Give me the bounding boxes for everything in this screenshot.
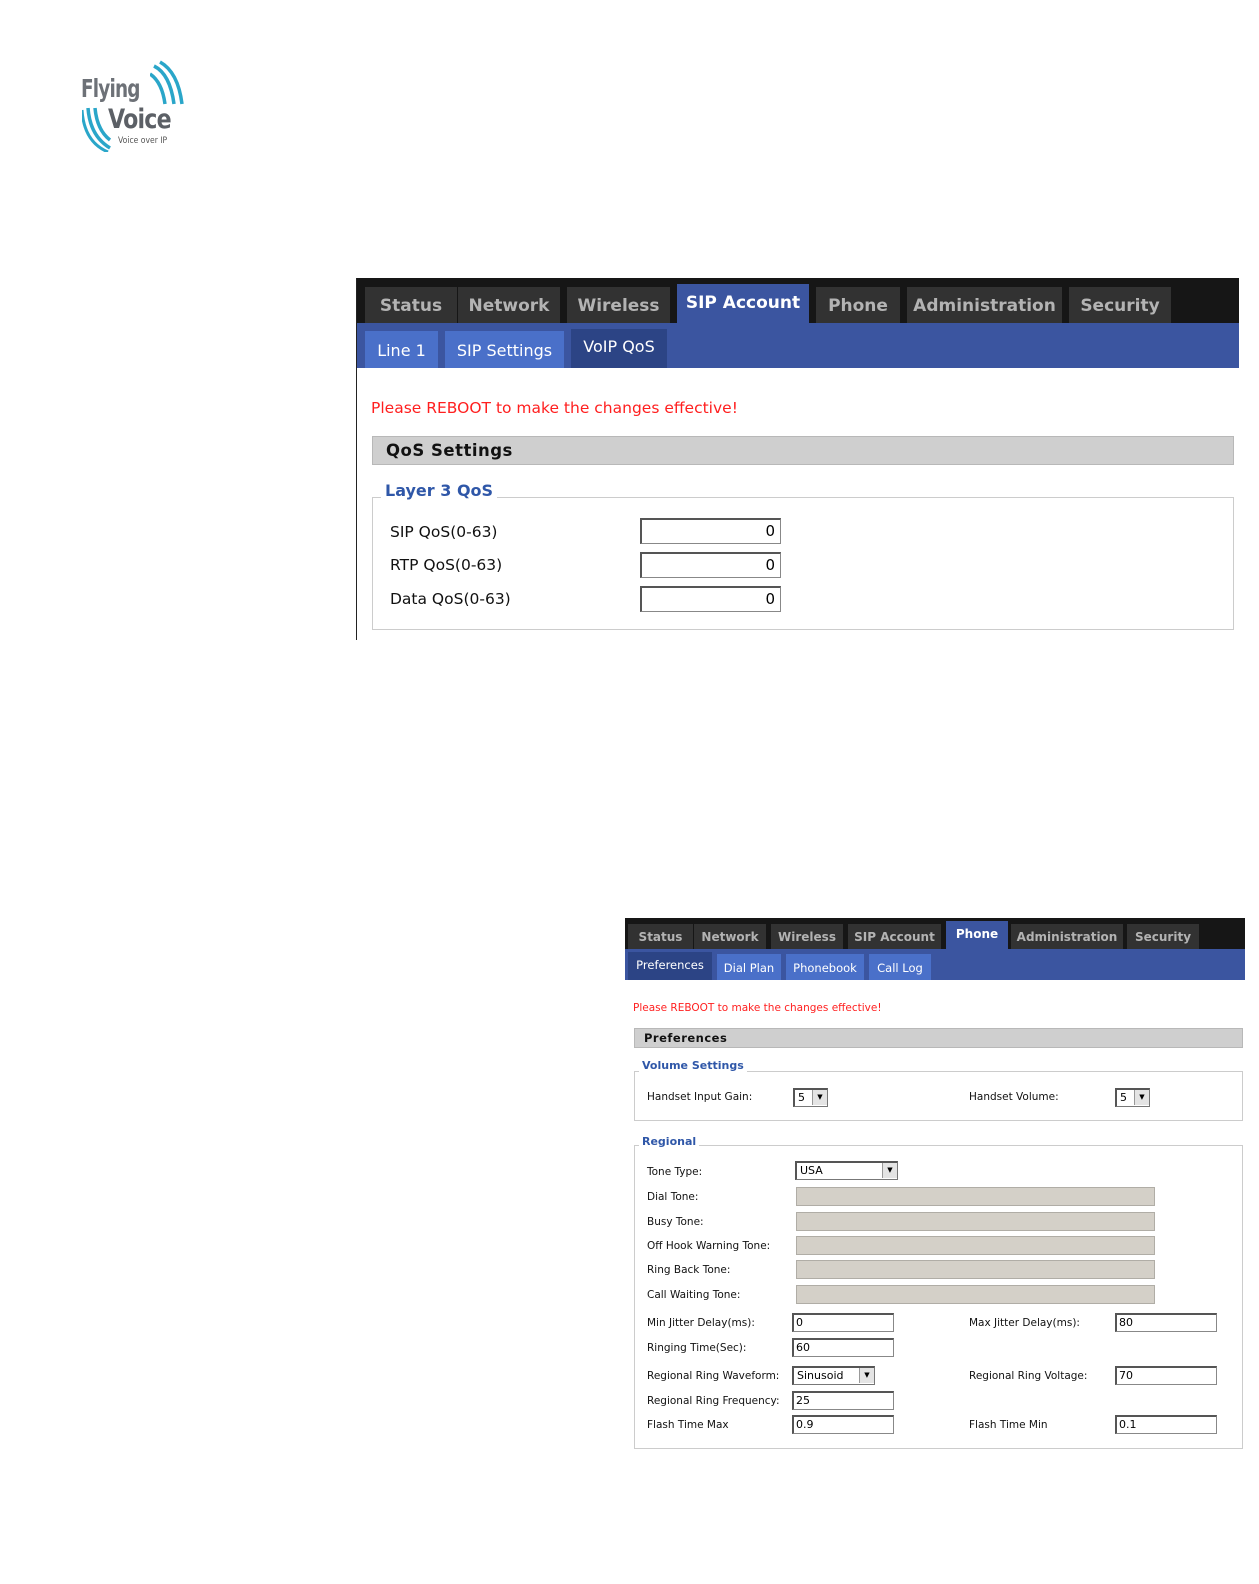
tab-status[interactable]: Status bbox=[628, 924, 693, 949]
tone-type-select[interactable]: USA ▼ bbox=[795, 1161, 898, 1180]
tab-wireless[interactable]: Wireless bbox=[567, 287, 670, 323]
phone-preferences-panel: Status Network Wireless SIP Account Phon… bbox=[625, 918, 1245, 1453]
max-jitter-delay-label: Max Jitter Delay(ms): bbox=[969, 1317, 1080, 1329]
logo-line1: Flying bbox=[81, 74, 140, 103]
sip-qos-label: SIP QoS(0-63) bbox=[390, 523, 498, 541]
call-waiting-tone-input bbox=[796, 1285, 1155, 1304]
reboot-warning: Please REBOOT to make the changes effect… bbox=[633, 1002, 882, 1014]
tab-administration[interactable]: Administration bbox=[1011, 924, 1123, 949]
data-qos-label: Data QoS(0-63) bbox=[390, 590, 511, 608]
flash-time-max-label: Flash Time Max bbox=[647, 1419, 729, 1431]
subtab-preferences[interactable]: Preferences bbox=[628, 952, 712, 980]
tab-phone[interactable]: Phone bbox=[816, 287, 900, 323]
tab-phone[interactable]: Phone bbox=[946, 921, 1008, 949]
max-jitter-delay-input[interactable]: 80 bbox=[1115, 1313, 1217, 1332]
min-jitter-delay-label: Min Jitter Delay(ms): bbox=[647, 1317, 755, 1329]
handset-input-gain-label: Handset Input Gain: bbox=[647, 1091, 753, 1103]
handset-input-gain-select[interactable]: 5 ▼ bbox=[793, 1088, 828, 1107]
logo-tagline: Voice over IP bbox=[118, 136, 168, 146]
flash-time-max-input[interactable]: 0.9 bbox=[792, 1415, 894, 1434]
busy-tone-label: Busy Tone: bbox=[647, 1216, 704, 1228]
call-waiting-tone-label: Call Waiting Tone: bbox=[647, 1289, 741, 1301]
tab-sip-account[interactable]: SIP Account bbox=[677, 284, 809, 324]
regional-ring-waveform-value: Sinusoid bbox=[797, 1369, 844, 1382]
subtab-call-log[interactable]: Call Log bbox=[869, 954, 931, 980]
voip-qos-panel: Status Network Wireless SIP Account Phon… bbox=[356, 278, 1239, 640]
ringing-time-input[interactable]: 60 bbox=[792, 1338, 894, 1357]
tab-status[interactable]: Status bbox=[365, 287, 457, 323]
tab-security[interactable]: Security bbox=[1069, 287, 1171, 323]
regional-ring-waveform-select[interactable]: Sinusoid ▼ bbox=[792, 1366, 875, 1385]
logo-waves-right-icon bbox=[150, 60, 184, 105]
regional-ring-frequency-label: Regional Ring Frequency: bbox=[647, 1395, 780, 1407]
sub-tab-bar: Preferences Dial Plan Phonebook Call Log bbox=[625, 949, 1245, 980]
tone-type-label: Tone Type: bbox=[647, 1166, 703, 1178]
logo-line2: Voice bbox=[108, 104, 172, 135]
subtab-dial-plan[interactable]: Dial Plan bbox=[717, 954, 781, 980]
off-hook-warning-tone-label: Off Hook Warning Tone: bbox=[647, 1240, 771, 1252]
flying-voice-logo: Flying Voice Voice over IP bbox=[78, 58, 188, 153]
tab-sip-account[interactable]: SIP Account bbox=[848, 924, 941, 949]
regional-ring-voltage-input[interactable]: 70 bbox=[1115, 1366, 1217, 1385]
tab-network[interactable]: Network bbox=[694, 924, 766, 949]
ring-back-tone-input bbox=[796, 1260, 1155, 1279]
section-title: Preferences bbox=[634, 1028, 1243, 1048]
tone-type-value: USA bbox=[800, 1164, 823, 1177]
section-title: QoS Settings bbox=[372, 436, 1234, 465]
volume-settings-legend: Volume Settings bbox=[639, 1059, 747, 1072]
main-tab-bar: Status Network Wireless SIP Account Phon… bbox=[357, 278, 1239, 324]
sip-qos-input[interactable]: 0 bbox=[640, 518, 781, 544]
regional-ring-voltage-label: Regional Ring Voltage: bbox=[969, 1370, 1088, 1382]
off-hook-warning-tone-input bbox=[796, 1236, 1155, 1255]
reboot-warning: Please REBOOT to make the changes effect… bbox=[371, 399, 738, 417]
ring-back-tone-label: Ring Back Tone: bbox=[647, 1264, 731, 1276]
main-tab-bar: Status Network Wireless SIP Account Phon… bbox=[625, 918, 1245, 949]
ringing-time-label: Ringing Time(Sec): bbox=[647, 1342, 747, 1354]
busy-tone-input bbox=[796, 1212, 1155, 1231]
regional-ring-waveform-label: Regional Ring Waveform: bbox=[647, 1370, 780, 1382]
subtab-phonebook[interactable]: Phonebook bbox=[786, 954, 864, 980]
subtab-sip-settings[interactable]: SIP Settings bbox=[445, 331, 564, 368]
chevron-down-icon: ▼ bbox=[882, 1163, 897, 1178]
chevron-down-icon: ▼ bbox=[1134, 1090, 1149, 1105]
tab-administration[interactable]: Administration bbox=[907, 287, 1062, 323]
flash-time-min-input[interactable]: 0.1 bbox=[1115, 1415, 1217, 1434]
tab-network[interactable]: Network bbox=[458, 287, 560, 323]
handset-volume-label: Handset Volume: bbox=[969, 1091, 1059, 1103]
sub-tab-bar: Line 1 SIP Settings VoIP QoS bbox=[357, 323, 1239, 368]
fieldset-legend: Layer 3 QoS bbox=[381, 481, 498, 500]
flash-time-min-label: Flash Time Min bbox=[969, 1419, 1048, 1431]
regional-legend: Regional bbox=[639, 1135, 700, 1148]
dial-tone-label: Dial Tone: bbox=[647, 1191, 699, 1203]
chevron-down-icon: ▼ bbox=[859, 1368, 874, 1383]
handset-input-gain-value: 5 bbox=[798, 1091, 805, 1104]
handset-volume-select[interactable]: 5 ▼ bbox=[1115, 1088, 1150, 1107]
data-qos-input[interactable]: 0 bbox=[640, 586, 781, 612]
handset-volume-value: 5 bbox=[1120, 1091, 1127, 1104]
regional-ring-frequency-input[interactable]: 25 bbox=[792, 1391, 894, 1410]
tab-security[interactable]: Security bbox=[1127, 924, 1199, 949]
rtp-qos-input[interactable]: 0 bbox=[640, 552, 781, 578]
chevron-down-icon: ▼ bbox=[812, 1090, 827, 1105]
min-jitter-delay-input[interactable]: 0 bbox=[792, 1313, 894, 1332]
tab-wireless[interactable]: Wireless bbox=[771, 924, 843, 949]
dial-tone-input bbox=[796, 1187, 1155, 1206]
subtab-line-1[interactable]: Line 1 bbox=[365, 331, 438, 368]
rtp-qos-label: RTP QoS(0-63) bbox=[390, 556, 503, 574]
subtab-voip-qos[interactable]: VoIP QoS bbox=[571, 329, 667, 368]
